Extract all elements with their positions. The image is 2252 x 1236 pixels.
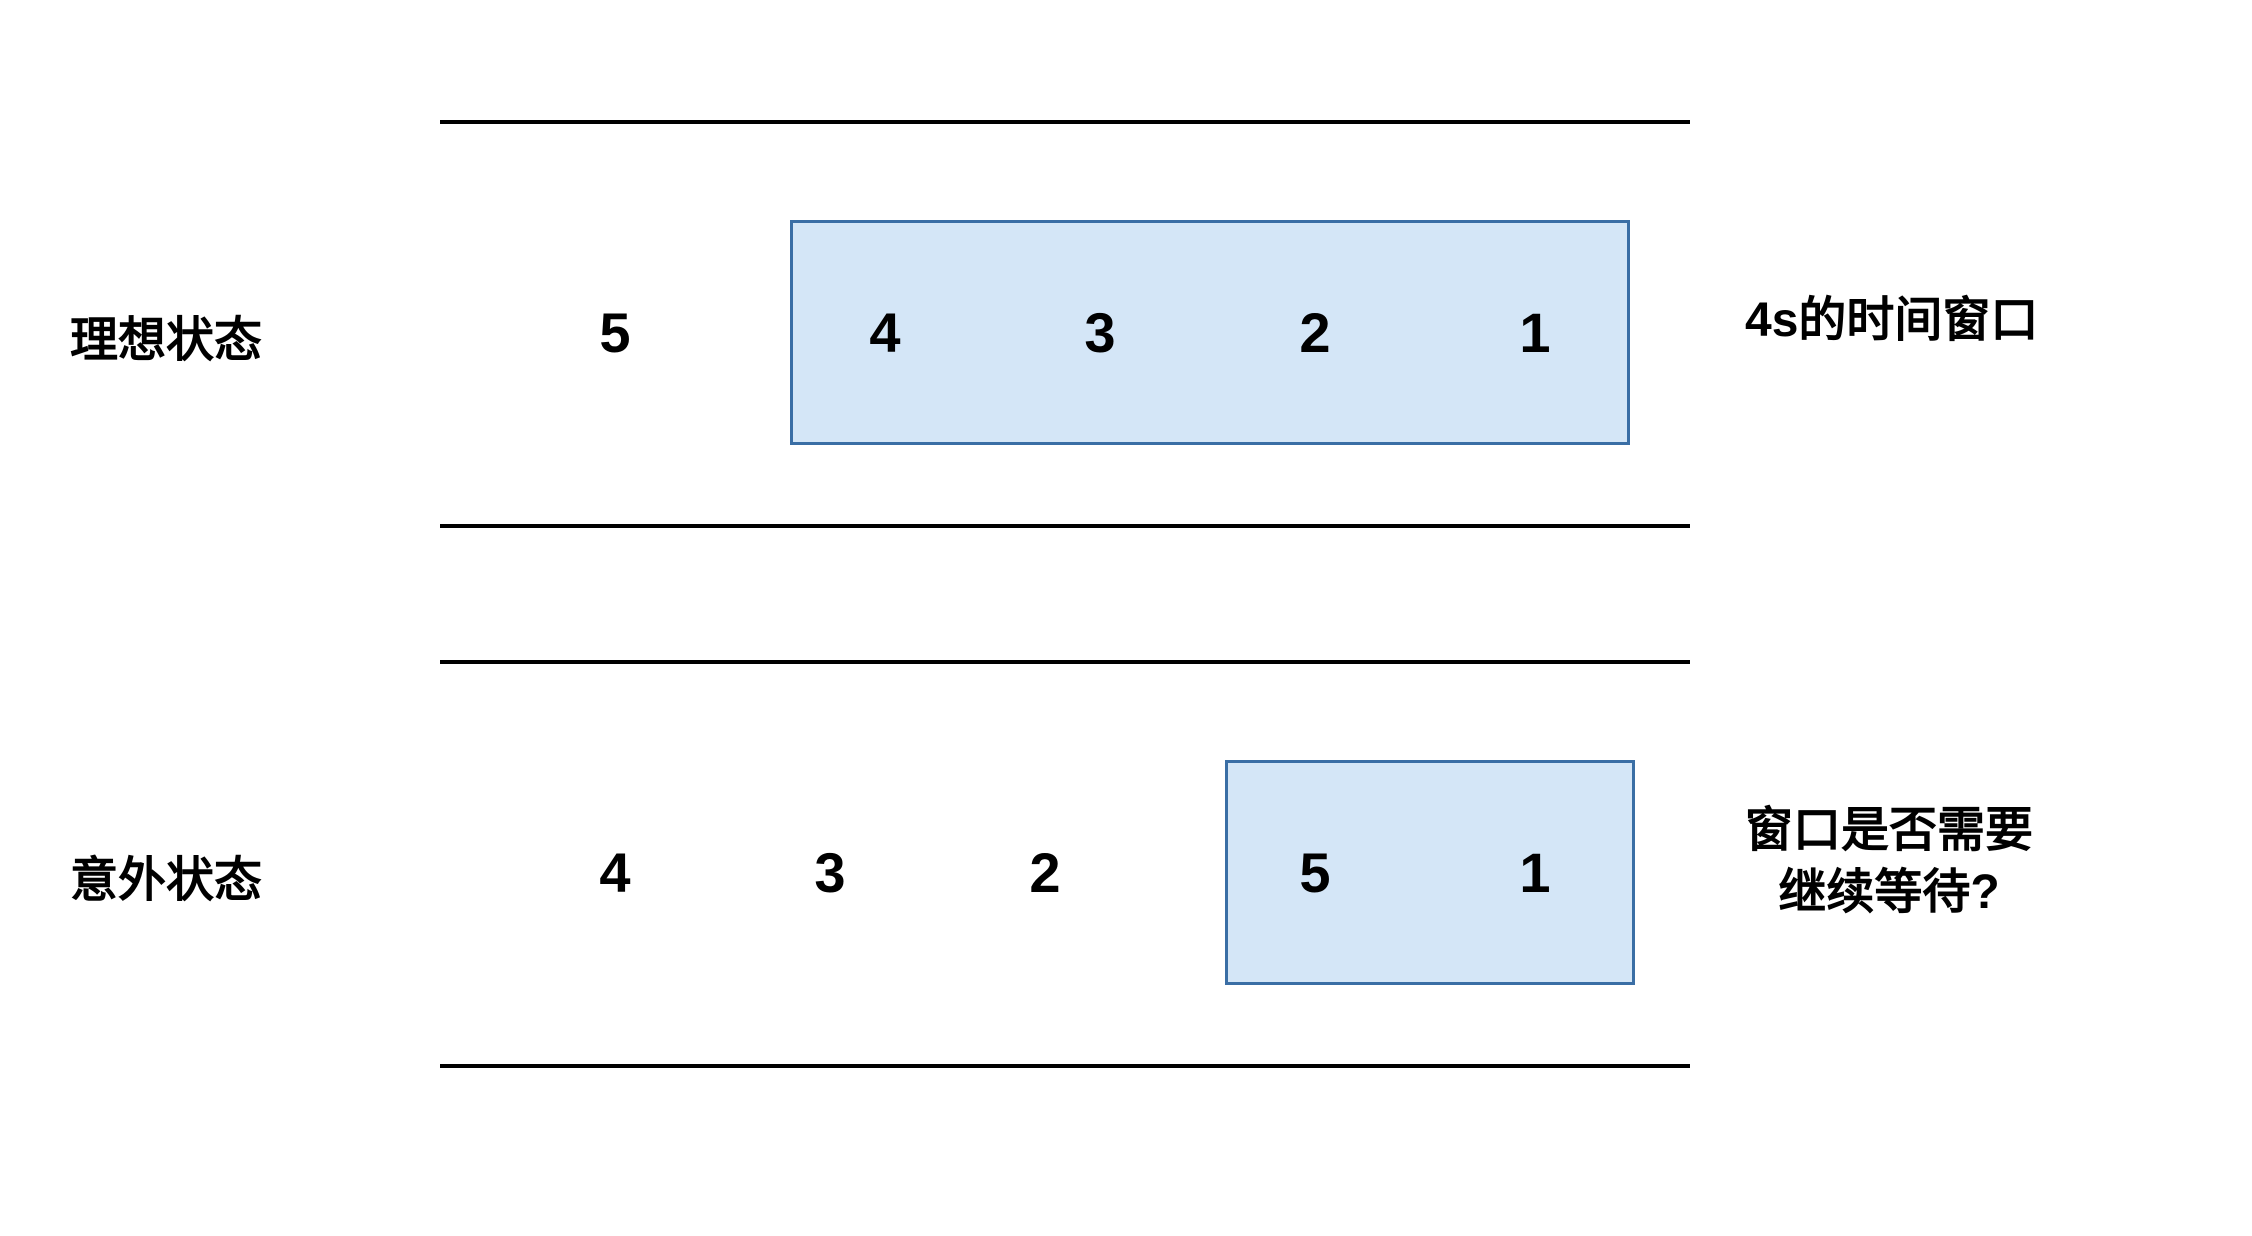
right-label-line1: 窗口是否需要 xyxy=(1745,804,2033,857)
number-unexpected-0: 4 xyxy=(575,840,655,905)
right-label-unexpected: 窗口是否需要 继续等待? xyxy=(1745,800,2033,925)
number-ideal-4: 1 xyxy=(1495,300,1575,365)
number-unexpected-4: 1 xyxy=(1495,840,1575,905)
number-ideal-1: 4 xyxy=(845,300,925,365)
number-ideal-2: 3 xyxy=(1060,300,1140,365)
label-unexpected-state: 意外状态 xyxy=(70,840,262,910)
number-unexpected-2: 2 xyxy=(1005,840,1085,905)
number-unexpected-1: 3 xyxy=(790,840,870,905)
right-label-ideal: 4s的时间窗口 xyxy=(1745,290,2038,352)
label-ideal-state: 理想状态 xyxy=(70,300,262,370)
number-unexpected-3: 5 xyxy=(1275,840,1355,905)
number-ideal-3: 2 xyxy=(1275,300,1355,365)
number-ideal-0: 5 xyxy=(575,300,655,365)
right-label-line2: 继续等待? xyxy=(1778,866,1999,919)
